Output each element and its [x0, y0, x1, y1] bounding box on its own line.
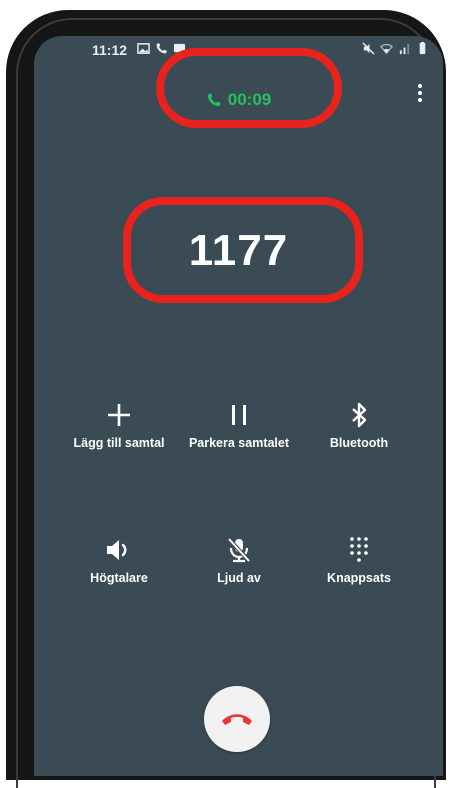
- speaker-icon: [107, 540, 127, 560]
- plus-icon: [108, 404, 130, 426]
- battery-icon: [419, 42, 426, 55]
- speaker-button[interactable]: Högtalare: [54, 533, 184, 585]
- bluetooth-label: Bluetooth: [329, 436, 389, 450]
- end-call-button[interactable]: [204, 686, 270, 752]
- timer-annotation-circle: [156, 48, 342, 128]
- call-status-icon: [156, 43, 167, 54]
- mute-status-icon: [362, 42, 375, 55]
- mic-off-icon: [227, 537, 251, 563]
- hang-up-icon: [222, 714, 252, 725]
- bluetooth-button[interactable]: Bluetooth: [294, 398, 424, 450]
- pause-icon: [232, 405, 246, 425]
- wifi-icon: [380, 43, 393, 55]
- mute-label: Ljud av: [217, 571, 261, 585]
- hold-call-button[interactable]: Parkera samtalet: [174, 398, 304, 450]
- keypad-button[interactable]: Knappsats: [294, 533, 424, 585]
- status-time: 11:12: [92, 42, 128, 58]
- keypad-label: Knappsats: [327, 571, 391, 585]
- gallery-icon: [137, 43, 150, 54]
- mute-button[interactable]: Ljud av: [174, 533, 304, 585]
- add-call-label: Lägg till samtal: [73, 436, 165, 450]
- add-call-button[interactable]: Lägg till samtal: [54, 398, 184, 450]
- number-annotation-circle: [123, 197, 363, 303]
- speaker-label: Högtalare: [90, 571, 148, 585]
- keypad-icon: [350, 537, 368, 562]
- hold-call-label: Parkera samtalet: [188, 436, 290, 450]
- call-screen: 11:12 00:09 1177 Lägg till samtal Parker…: [34, 36, 443, 776]
- bluetooth-icon: [352, 402, 367, 428]
- status-icons-right: [362, 42, 429, 55]
- signal-icon: [399, 43, 410, 55]
